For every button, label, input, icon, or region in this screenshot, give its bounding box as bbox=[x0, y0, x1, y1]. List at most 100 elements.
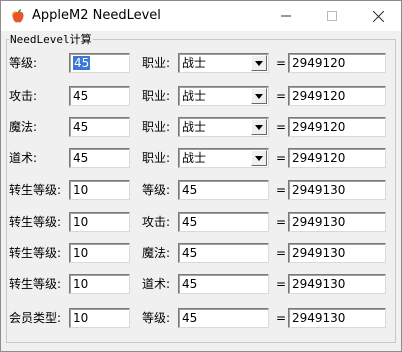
value-input-text: 10 bbox=[73, 246, 89, 260]
value-input-text: 10 bbox=[73, 277, 89, 291]
window-title: AppleM2 NeedLevel bbox=[32, 8, 161, 23]
value-input-2[interactable]: 45 bbox=[178, 212, 269, 232]
row-label-2: 魔法: bbox=[142, 246, 171, 260]
value-input-2-text: 45 bbox=[182, 277, 198, 291]
row-label: 攻击: bbox=[9, 89, 38, 103]
value-input-text: 10 bbox=[73, 311, 89, 325]
minimize-icon bbox=[281, 15, 291, 17]
equals-sign: = bbox=[276, 89, 287, 103]
maximize-icon bbox=[327, 11, 337, 21]
result-field[interactable]: 2949130 bbox=[288, 274, 386, 294]
result-text: 2949120 bbox=[292, 151, 346, 165]
value-input-2[interactable]: 45 bbox=[178, 180, 269, 200]
result-text: 2949130 bbox=[292, 183, 346, 197]
row-label-2: 道术: bbox=[142, 277, 171, 291]
value-input-2[interactable]: 45 bbox=[178, 243, 269, 263]
value-input-2-text: 45 bbox=[182, 246, 198, 260]
groupbox-title: NeedLevel计算 bbox=[9, 31, 93, 47]
dropdown-button[interactable] bbox=[251, 119, 267, 135]
chevron-down-icon bbox=[255, 124, 263, 130]
value-input-text: 45 bbox=[73, 120, 89, 134]
value-input-2-text: 45 bbox=[182, 183, 198, 197]
chevron-down-icon bbox=[255, 93, 263, 99]
equals-sign: = bbox=[276, 246, 287, 260]
result-text: 2949130 bbox=[292, 277, 346, 291]
class-select[interactable]: 战士 bbox=[178, 86, 269, 106]
class-select[interactable]: 战士 bbox=[178, 53, 269, 73]
dropdown-button[interactable] bbox=[251, 150, 267, 166]
row-label-2: 职业: bbox=[142, 56, 171, 70]
equals-sign: = bbox=[276, 215, 287, 229]
chevron-down-icon bbox=[255, 155, 263, 161]
value-input[interactable]: 10 bbox=[69, 274, 130, 294]
value-input-2-text: 45 bbox=[182, 311, 198, 325]
row-label: 道术: bbox=[9, 151, 38, 165]
row-label-2: 职业: bbox=[142, 151, 171, 165]
equals-sign: = bbox=[276, 277, 287, 291]
close-button[interactable] bbox=[355, 1, 401, 31]
class-select-value: 战士 bbox=[182, 151, 207, 165]
row-label-2: 攻击: bbox=[142, 215, 171, 229]
equals-sign: = bbox=[276, 120, 287, 134]
result-text: 2949130 bbox=[292, 246, 346, 260]
value-input[interactable]: 10 bbox=[69, 243, 130, 263]
result-text: 2949120 bbox=[292, 120, 346, 134]
row-label: 等级: bbox=[9, 56, 38, 70]
value-input[interactable]: 10 bbox=[69, 308, 130, 328]
result-field[interactable]: 2949130 bbox=[288, 180, 386, 200]
result-text: 2949120 bbox=[292, 56, 346, 70]
apple-icon bbox=[11, 9, 24, 23]
value-input[interactable]: 45 bbox=[69, 148, 130, 168]
value-input[interactable]: 10 bbox=[69, 212, 130, 232]
chevron-down-icon bbox=[255, 60, 263, 66]
result-field[interactable]: 2949130 bbox=[288, 212, 386, 232]
equals-sign: = bbox=[276, 56, 287, 70]
row-label: 魔法: bbox=[9, 120, 38, 134]
equals-sign: = bbox=[276, 311, 287, 325]
row-label: 转生等级: bbox=[9, 277, 62, 291]
maximize-button[interactable] bbox=[309, 1, 355, 31]
value-input-2[interactable]: 45 bbox=[178, 308, 269, 328]
app-window: AppleM2 NeedLevel NeedLevel计算 等级: 45 职业: 战士… bbox=[0, 0, 402, 352]
result-field[interactable]: 2949120 bbox=[288, 53, 386, 73]
value-input-2[interactable]: 45 bbox=[178, 274, 269, 294]
class-select-value: 战士 bbox=[182, 56, 207, 70]
result-field[interactable]: 2949120 bbox=[288, 86, 386, 106]
equals-sign: = bbox=[276, 151, 287, 165]
dropdown-button[interactable] bbox=[251, 55, 267, 71]
row-label-2: 职业: bbox=[142, 89, 171, 103]
value-input-text: 10 bbox=[73, 183, 89, 197]
row-label: 会员类型: bbox=[9, 311, 62, 325]
class-select-value: 战士 bbox=[182, 120, 207, 134]
result-field[interactable]: 2949130 bbox=[288, 243, 386, 263]
row-label: 转生等级: bbox=[9, 246, 62, 260]
result-field[interactable]: 2949120 bbox=[288, 117, 386, 137]
row-label: 转生等级: bbox=[9, 215, 62, 229]
value-input[interactable]: 45 bbox=[69, 86, 130, 106]
equals-sign: = bbox=[276, 183, 287, 197]
result-field[interactable]: 2949130 bbox=[288, 308, 386, 328]
value-input-2-text: 45 bbox=[182, 215, 198, 229]
close-icon bbox=[372, 10, 384, 22]
value-input-text: 45 bbox=[73, 89, 89, 103]
result-field[interactable]: 2949120 bbox=[288, 148, 386, 168]
value-input-text: 45 bbox=[73, 56, 91, 70]
value-input-text: 10 bbox=[73, 215, 89, 229]
result-text: 2949120 bbox=[292, 89, 346, 103]
value-input[interactable]: 10 bbox=[69, 180, 130, 200]
minimize-button[interactable] bbox=[263, 1, 309, 31]
result-text: 2949130 bbox=[292, 311, 346, 325]
title-bar[interactable]: AppleM2 NeedLevel bbox=[1, 1, 401, 31]
row-label: 转生等级: bbox=[9, 183, 62, 197]
row-label-2: 等级: bbox=[142, 311, 171, 325]
row-label-2: 等级: bbox=[142, 183, 171, 197]
class-select-value: 战士 bbox=[182, 89, 207, 103]
value-input-text: 45 bbox=[73, 151, 89, 165]
value-input[interactable]: 45 bbox=[69, 53, 130, 73]
dropdown-button[interactable] bbox=[251, 88, 267, 104]
row-label-2: 职业: bbox=[142, 120, 171, 134]
result-text: 2949130 bbox=[292, 215, 346, 229]
class-select[interactable]: 战士 bbox=[178, 148, 269, 168]
value-input[interactable]: 45 bbox=[69, 117, 130, 137]
class-select[interactable]: 战士 bbox=[178, 117, 269, 137]
